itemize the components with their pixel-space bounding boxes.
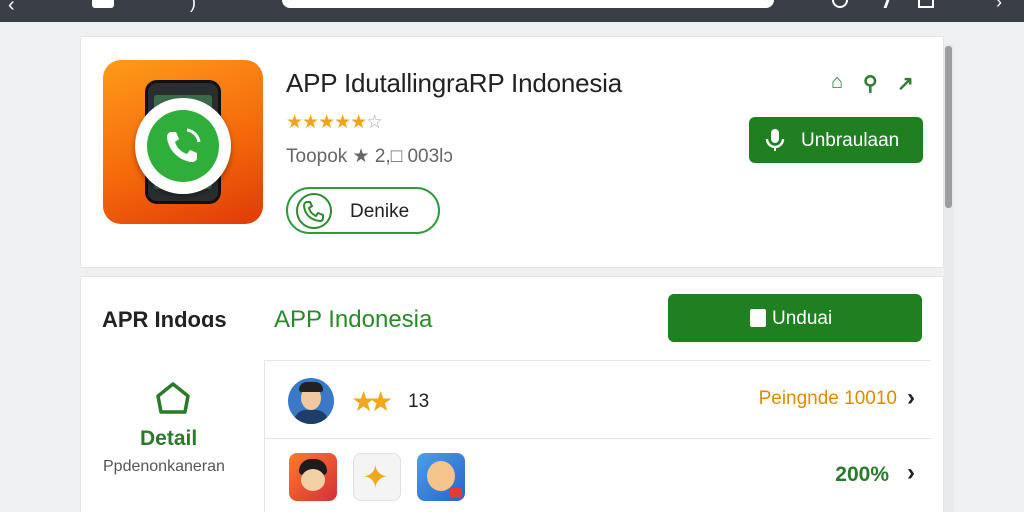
bookmark-icon[interactable]: ⌂ (831, 71, 843, 94)
share-icon[interactable] (832, 0, 848, 8)
microphone-icon (765, 129, 785, 151)
download-button-label: Unbraulaan (801, 130, 900, 151)
scrollbar-thumb[interactable] (945, 46, 952, 208)
character-thumbnail[interactable] (417, 453, 465, 501)
game-thumbnail[interactable] (289, 453, 337, 501)
phone-call-app-icon (103, 60, 263, 224)
review-count: 13 (408, 391, 430, 412)
search-icon[interactable]: ⚲ (863, 71, 878, 96)
reload-icon[interactable]: ) (190, 0, 196, 13)
percent-value: 200% (835, 463, 889, 486)
phone-logo-icon (296, 193, 332, 229)
section-title: APR Indoɑs (102, 307, 227, 332)
browser-toolbar: ‹ ) › (0, 0, 1024, 22)
section-subtitle: APP Indonesia (274, 306, 433, 333)
developer-pill-button[interactable]: Denike (286, 187, 440, 234)
back-icon[interactable]: ‹ (8, 0, 15, 17)
chevron-right-icon[interactable]: › (907, 459, 915, 487)
review-list: ★★ 13 Peingnde 10010 › ✦ 200% › (264, 360, 931, 512)
app-details-card: APR Indoɑs APP Indonesia Unduai Detail P… (80, 276, 944, 512)
app-header-card: APP IdutallingraRP Indonesia ★★★★★☆ Toop… (80, 36, 944, 268)
list-item[interactable]: ★★ 13 Peingnde 10010 › (265, 361, 931, 439)
header-actions: ⌂ ⚲ ↗ (831, 71, 921, 95)
bookmark-icon[interactable] (918, 0, 934, 8)
app-meta: Toopok ★ 2,□ 003lɔ (286, 146, 453, 167)
pill-label: Denike (350, 201, 410, 222)
app-title: APP IdutallingraRP Indonesia (286, 68, 623, 98)
chevron-right-icon[interactable]: › (907, 384, 915, 412)
review-stat: Peingnde 10010 (758, 388, 897, 409)
avatar (288, 378, 334, 424)
tab-icon[interactable] (92, 0, 114, 8)
download-button[interactable]: Unbraulaan (749, 117, 923, 163)
edit-icon[interactable] (872, 0, 890, 8)
rating-stars: ★★★★★☆ (286, 112, 383, 133)
list-item[interactable]: ✦ 200% › (265, 439, 931, 512)
star-icon: ★★ (351, 386, 393, 417)
download-icon (750, 309, 766, 327)
address-bar[interactable] (282, 0, 774, 8)
home-icon[interactable] (155, 381, 191, 415)
share-icon[interactable]: ↗ (897, 71, 914, 96)
star-thumbnail[interactable]: ✦ (353, 453, 401, 501)
unduh-button-label: Unduai (772, 308, 833, 329)
detail-tab[interactable]: Detail (140, 427, 197, 451)
detail-sublabel: Ppdenonkaneran (103, 458, 225, 475)
menu-icon[interactable]: › (996, 0, 1002, 13)
unduh-button[interactable]: Unduai (668, 294, 922, 342)
call-icon (135, 98, 231, 194)
